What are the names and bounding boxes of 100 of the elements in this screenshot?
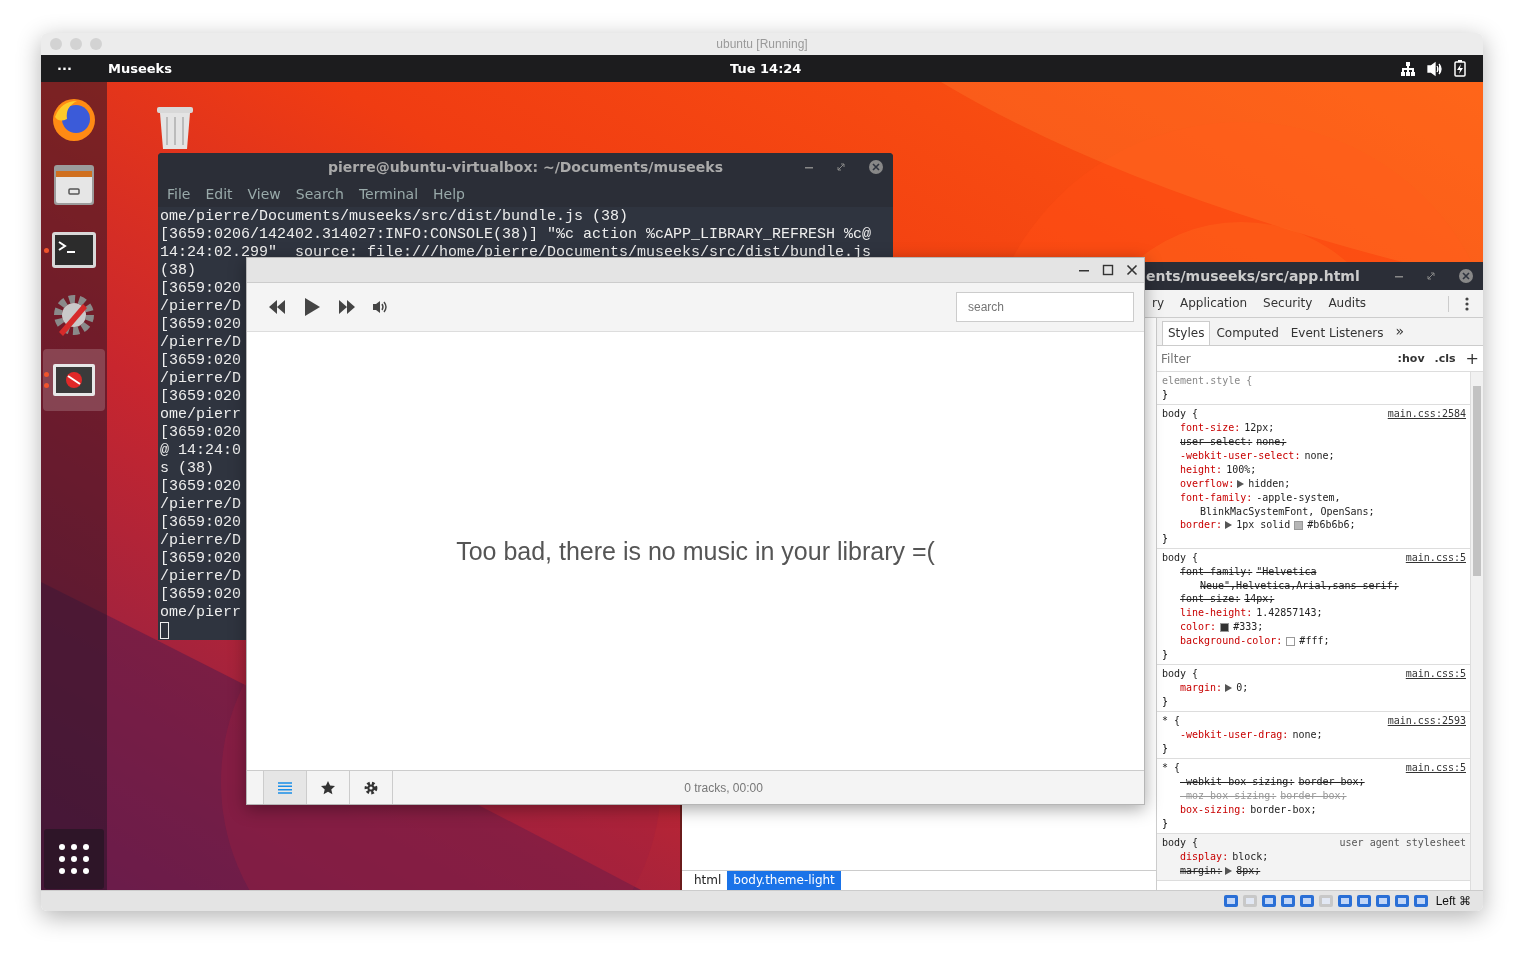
color-swatch[interactable] [1294,520,1304,530]
battery-icon[interactable] [1454,60,1466,77]
css-value: 1.42857143; [1256,606,1323,620]
terminal-line: [3659:020 [160,586,241,603]
menu-item[interactable]: Help [433,185,465,202]
terminal-line: (38) [160,262,196,279]
menu-item[interactable]: Edit [205,185,233,202]
closing-brace: } [1162,389,1169,400]
css-value: none; [1292,728,1323,742]
css-property: line-height: [1180,606,1253,620]
devtools-tab[interactable]: Application [1172,290,1256,317]
terminal-line: ome/pierr [160,406,241,423]
grid-icon [58,843,90,875]
more-icon[interactable] [1465,295,1469,312]
devtools-tab[interactable]: ry [1144,290,1173,317]
source-link[interactable]: main.css:5 [1405,761,1466,775]
close-icon[interactable] [1126,264,1138,276]
more-tabs-button[interactable]: » [1395,320,1405,345]
css-property: font-family: [1180,565,1253,579]
restore-icon[interactable] [1426,271,1436,281]
css-property: margin: [1180,864,1233,878]
css-selector: body { [1162,667,1199,681]
color-swatch[interactable] [1286,636,1296,646]
rewind-icon[interactable] [268,300,286,314]
status-text: 0 tracks, 00:00 [684,780,763,795]
volume-icon[interactable] [373,300,389,314]
menu-item[interactable]: File [167,185,191,202]
css-selector: body { [1162,551,1199,565]
terminal-icon [51,231,97,269]
restore-icon[interactable] [836,162,846,172]
app-menu[interactable]: Museeks [108,61,172,76]
terminal-line: [3659:0206/142402.314027:INFO:CONSOLE(38)] "%c action %cAPP_LIBRARY_REFRESH %c@ [160,226,872,243]
css-property: margin: [1180,681,1233,695]
closing-brace: } [1162,818,1169,829]
search-field[interactable]: search [956,292,1134,322]
activities-button[interactable]: ··· [57,61,81,76]
clock[interactable]: Tue 14:24 [730,61,802,76]
menu-item[interactable]: Search [295,185,344,202]
css-value: #fff; [1299,634,1330,648]
css-value: border-box; [1280,789,1347,803]
text-cursor [160,622,169,639]
css-property: border: [1180,518,1233,532]
css-value: 8px; [1236,864,1261,878]
terminal-line: /pierre/D [160,334,241,351]
terminal-line: @ 14:24:0 [160,442,241,459]
dock-item[interactable] [43,349,105,411]
window-icon [52,363,96,397]
add-rule-button[interactable]: + [1465,349,1479,368]
css-value: BlinkMacSystemFont, OpenSans; [1200,506,1375,517]
devtools-tab[interactable]: Audits [1320,290,1375,317]
css-property: box-sizing: [1180,803,1247,817]
terminal-line: [3659:020 [160,478,241,495]
app-grid-button[interactable] [44,829,104,889]
styles-tab[interactable]: Event Listeners [1284,321,1390,345]
maximize-icon[interactable] [1102,264,1114,276]
color-swatch[interactable] [1220,622,1230,632]
terminal-line: /pierre/D [160,370,241,387]
list-icon [278,781,292,794]
window-title: ubuntu [Running] [716,37,808,51]
css-value: border-box; [1298,775,1365,789]
css-property: -webkit-user-select: [1180,449,1301,463]
closing-brace: } [1162,696,1169,707]
gear-icon [51,292,97,338]
filter-field[interactable]: Filter [1161,351,1388,366]
terminal-line: [3659:020 [160,280,241,297]
source-link[interactable]: main.css:5 [1405,667,1466,681]
source-link[interactable]: main.css:2593 [1387,714,1466,728]
css-value: 100%; [1226,463,1257,477]
hover-toggle[interactable]: :hov [1397,352,1425,365]
terminal-line: /pierre/D [160,298,241,315]
devtools-tab[interactable]: Security [1255,290,1321,317]
menu-item[interactable]: Terminal [358,185,419,202]
play-icon[interactable] [303,298,321,316]
breadcrumb[interactable]: body.theme-light [727,871,841,890]
styles-tab[interactable]: Computed [1210,321,1285,345]
scrollbar[interactable] [1470,372,1483,890]
breadcrumb[interactable]: html [688,871,728,890]
css-value: 1px solid [1236,518,1291,532]
css-property: -webkit-box-sizing: [1180,775,1295,789]
window-title: ents/museeks/src/app.html [1146,268,1360,284]
css-value: #b6b6b6; [1307,518,1356,532]
styles-tab[interactable]: Styles [1162,321,1211,345]
css-property: -moz-box-sizing: [1180,789,1277,803]
terminal-line: ome/pierr [160,604,241,621]
css-property: font-size: [1180,592,1241,606]
source-link[interactable]: main.css:2584 [1387,407,1466,421]
closing-brace: } [1162,533,1169,544]
css-property: color: [1180,620,1217,634]
css-value: -apple-system, [1256,491,1341,505]
terminal-line: [3659:020 [160,550,241,567]
menu-item[interactable]: View [247,185,281,202]
fast-forward-icon[interactable] [338,300,356,314]
css-property: user-select: [1180,435,1253,449]
css-property: font-family: [1180,491,1253,505]
volume-icon[interactable] [1427,60,1443,77]
closing-brace: } [1162,743,1169,754]
cabinet-icon [52,163,96,207]
source-link[interactable]: main.css:5 [1405,551,1466,565]
class-toggle[interactable]: .cls [1434,352,1456,365]
terminal-line: /pierre/D [160,496,241,513]
